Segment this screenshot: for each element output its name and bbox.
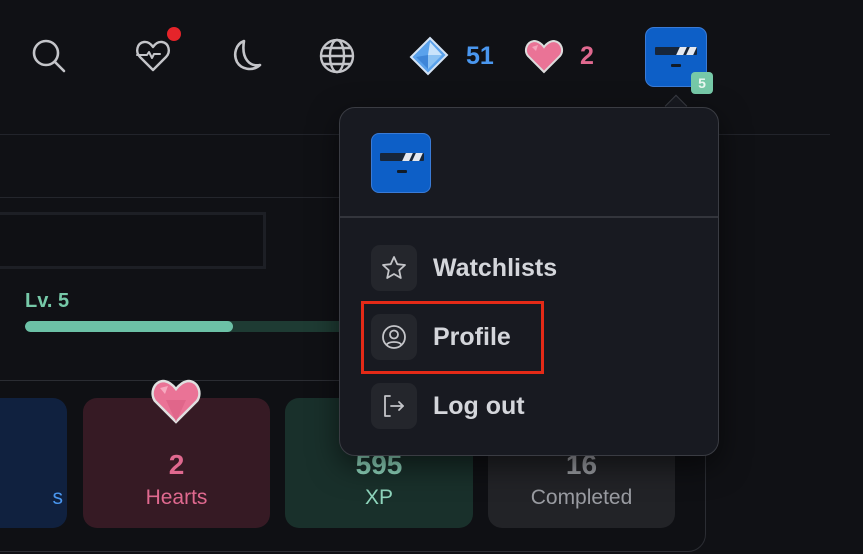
- menu-icon-box: [371, 383, 417, 429]
- level-label: Lv. 5: [25, 290, 70, 312]
- xp-progress-fill: [25, 321, 233, 332]
- stat-label: Hearts: [145, 486, 208, 509]
- heart-icon: [151, 379, 201, 424]
- hearts-counter[interactable]: 2: [524, 34, 594, 78]
- stat-label: s: [52, 486, 64, 509]
- menu-item-logout[interactable]: Log out: [371, 383, 525, 429]
- avatar-mouth: [671, 64, 681, 67]
- profile-input-box[interactable]: [0, 212, 266, 269]
- menu-item-label: Watchlists: [433, 253, 558, 282]
- diamond-icon: [409, 36, 449, 76]
- level-badge: 5: [691, 72, 713, 94]
- language-button[interactable]: [315, 34, 359, 78]
- stat-label: XP: [364, 486, 393, 509]
- search-button[interactable]: [27, 34, 71, 78]
- xp-progress-bar: [25, 321, 355, 332]
- menu-item-profile[interactable]: Profile: [371, 314, 511, 360]
- section-divider: [0, 197, 340, 198]
- stat-value: 2: [168, 449, 185, 480]
- star-icon: [382, 256, 406, 279]
- gems-count: 51: [466, 41, 494, 70]
- user-dropdown-menu: Watchlists Profile Log out: [339, 107, 719, 456]
- top-navigation-bar: 51 2 5: [0, 0, 863, 120]
- hearts-count: 2: [580, 41, 594, 70]
- health-button[interactable]: [131, 27, 181, 78]
- user-circle-icon: [382, 325, 406, 349]
- avatar-visor: [655, 47, 697, 55]
- globe-icon: [319, 38, 355, 74]
- menu-item-label: Log out: [433, 391, 525, 420]
- avatar-mouth: [397, 170, 407, 173]
- stat-card-gems: s: [0, 398, 67, 528]
- notification-dot: [167, 27, 181, 41]
- health-icon: [136, 40, 170, 72]
- menu-divider: [340, 216, 718, 218]
- moon-icon: [233, 39, 262, 71]
- page: 51 2 5 Lv. 5 s 2 Hearts 595 XP 16 Comple…: [0, 0, 863, 554]
- menu-avatar: [371, 133, 431, 193]
- logout-icon: [384, 395, 404, 417]
- menu-icon-box: [371, 245, 417, 291]
- search-icon: [32, 39, 66, 73]
- stat-label: Completed: [530, 486, 633, 509]
- heart-icon: [525, 39, 563, 74]
- avatar-visor: [380, 153, 424, 161]
- menu-item-label: Profile: [433, 322, 511, 351]
- theme-toggle-button[interactable]: [223, 34, 267, 78]
- gems-counter[interactable]: 51: [408, 34, 494, 78]
- menu-icon-box: [371, 314, 417, 360]
- menu-item-watchlists[interactable]: Watchlists: [371, 245, 557, 291]
